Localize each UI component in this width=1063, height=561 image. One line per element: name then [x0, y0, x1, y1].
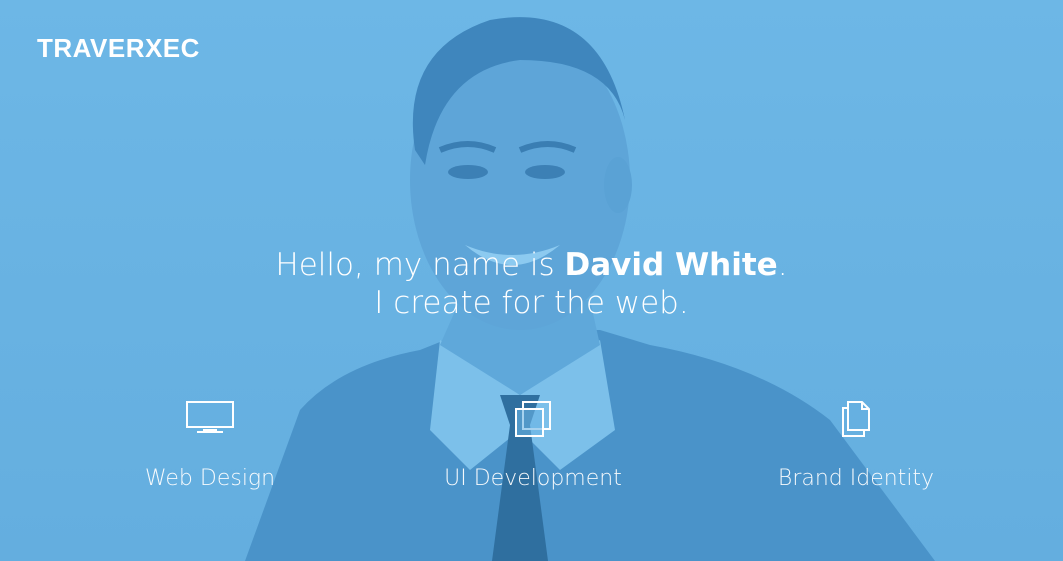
service-brand-identity[interactable]: Brand Identity: [736, 400, 976, 491]
hero-headline: Hello, my name is David White. I create …: [0, 246, 1063, 322]
service-label: UI Development: [444, 466, 622, 491]
service-ui-development[interactable]: UI Development: [413, 400, 653, 491]
headline-line-1: Hello, my name is David White.: [0, 246, 1063, 284]
service-label: Brand Identity: [777, 466, 935, 491]
headline-name: David White: [564, 247, 778, 283]
headline-suffix: .: [777, 247, 788, 283]
monitor-icon: [90, 400, 330, 440]
layers-icon: [413, 400, 653, 440]
site-logo[interactable]: TRAVERXEC: [37, 33, 200, 64]
service-web-design[interactable]: Web Design: [90, 400, 330, 491]
documents-icon: [736, 400, 976, 440]
headline-prefix: Hello, my name is: [275, 247, 565, 283]
headline-line-2: I create for the web.: [374, 285, 689, 321]
service-label: Web Design: [144, 466, 276, 491]
